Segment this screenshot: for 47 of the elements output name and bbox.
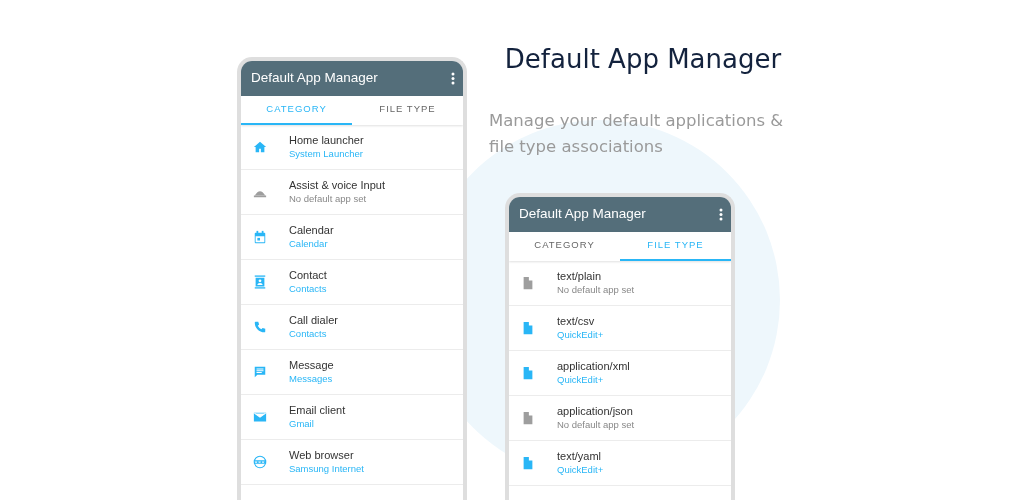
list-item[interactable]: application/xml QuickEdit+ xyxy=(509,351,731,396)
item-title: text/csv xyxy=(557,314,596,328)
tab[interactable]: CATEGORY xyxy=(509,232,620,261)
app-title: Default App Manager xyxy=(519,205,646,224)
tab[interactable]: FILE TYPE xyxy=(352,96,463,125)
list-item[interactable]: Email client Gmail xyxy=(241,395,463,440)
headline: Default App Manager xyxy=(503,43,783,76)
list-item[interactable]: text/csv QuickEdit+ xyxy=(509,306,731,351)
app-title: Default App Manager xyxy=(251,69,378,88)
item-subtitle: QuickEdit+ xyxy=(557,373,605,387)
menu-icon[interactable] xyxy=(451,72,455,85)
list-item[interactable]: Home launcher System Launcher xyxy=(241,125,463,170)
list-item[interactable]: text/plain No default app set xyxy=(509,261,731,306)
item-title: text/yaml xyxy=(557,449,602,463)
item-title: application/json xyxy=(557,404,634,418)
item-title: Assist & voice Input xyxy=(289,178,385,192)
item-title: Contact xyxy=(289,268,327,282)
item-subtitle: Calendar xyxy=(289,237,329,251)
item-subtitle: Contacts xyxy=(289,327,328,341)
item-subtitle: No default app set xyxy=(557,418,635,432)
item-subtitle: Contacts xyxy=(289,282,327,296)
list-item[interactable]: application/json No default app set xyxy=(509,396,731,441)
item-subtitle: Messages xyxy=(289,372,334,386)
item-title: Home launcher xyxy=(289,133,364,147)
item-title: Message xyxy=(289,358,334,372)
list-item[interactable]: Assist & voice Input No default app set xyxy=(241,170,463,215)
item-title: text/plain xyxy=(557,269,603,283)
list-item[interactable]: Contact Contacts xyxy=(241,260,463,305)
list-item[interactable]: Web browser Samsung Internet xyxy=(241,440,463,485)
item-title: Calendar xyxy=(289,223,334,237)
item-title: application/xml xyxy=(557,359,630,373)
menu-icon[interactable] xyxy=(719,208,723,221)
item-subtitle: QuickEdit+ xyxy=(557,463,604,477)
item-subtitle: No default app set xyxy=(289,192,368,206)
list-item[interactable]: Call dialer Contacts xyxy=(241,305,463,350)
item-title: Call dialer xyxy=(289,313,338,327)
item-title: Email client xyxy=(289,403,346,417)
item-subtitle: No default app set xyxy=(557,283,635,297)
tagline: Manage your default applications & file type associations xyxy=(489,110,785,158)
item-title: Web browser xyxy=(289,448,355,462)
item-subtitle: Samsung Internet xyxy=(289,462,364,476)
item-subtitle: System Launcher xyxy=(289,147,364,161)
item-subtitle: QuickEdit+ xyxy=(557,328,604,342)
list-item[interactable]: Message Messages xyxy=(241,350,463,395)
list-item[interactable]: text/yaml QuickEdit+ xyxy=(509,441,731,486)
list-item[interactable]: Calendar Calendar xyxy=(241,215,463,260)
item-subtitle: Gmail xyxy=(289,417,315,431)
